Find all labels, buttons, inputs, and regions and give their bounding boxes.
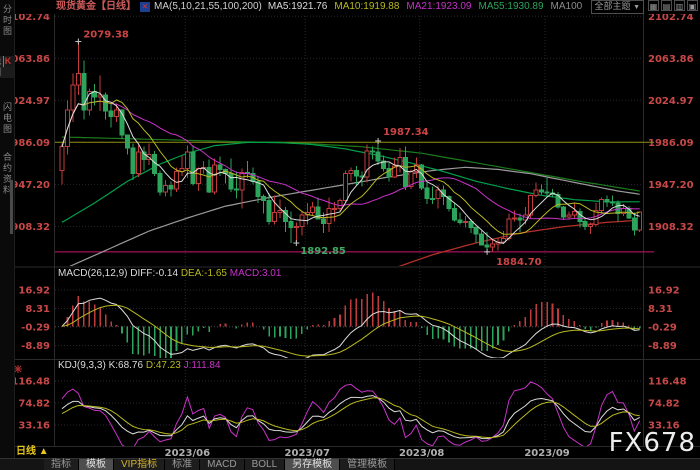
price-axis-label: -8.89: [648, 341, 677, 352]
kdj-lines: [62, 382, 640, 449]
panel-separators: [14, 14, 700, 447]
period-button[interactable]: 日线 ▲: [16, 446, 49, 458]
sidebar-item-label: 分时图: [2, 4, 12, 37]
price-axis-label: 2063.86: [648, 54, 694, 65]
chart-type-sidebar: 分时图K线图闪电图合约资料: [0, 0, 15, 470]
macd-dea-value: DEA:-1.65: [181, 268, 227, 279]
price-axis-label: 1986.09: [648, 138, 694, 149]
ma-value: MA55:1930.89: [478, 1, 543, 12]
sidebar-scrollbar-thumb[interactable]: [10, 180, 13, 234]
sidebar-item-time-chart[interactable]: 分时图: [0, 4, 14, 37]
ma-value: MA100: [551, 1, 583, 12]
layout-grid-icon[interactable]: ▦: [648, 0, 659, 11]
topbar-right-controls: 全部主题 ▼ ▦▤▥▣: [591, 0, 700, 14]
price-axis-label: 1908.32: [648, 222, 694, 233]
theme-dropdown[interactable]: 全部主题 ▼: [591, 0, 644, 14]
tab-manage-template[interactable]: 管理模板: [340, 459, 395, 470]
annotation-label: 2079.38: [83, 30, 129, 41]
kdj-title: KDJ(9,3,3): [58, 360, 106, 371]
sidebar-item-lightning-chart[interactable]: 闪电图: [0, 102, 14, 135]
price-axis-label: 16.92: [18, 286, 50, 297]
kdj-panel-header: KDJ(9,3,3) K:68.76 D:47.23 J:111.84: [58, 360, 221, 371]
chart-canvas[interactable]: 2102.742102.742063.862063.862024.972024.…: [0, 0, 700, 470]
brand-icon: ×: [140, 2, 150, 12]
gridlines: [55, 16, 643, 445]
ma-value: MA5:1921.76: [268, 1, 328, 12]
ma-legend: MA5:1921.76 MA10:1919.88 MA21:1923.09 MA55:…: [268, 0, 589, 14]
price-axis-label: 16.92: [648, 286, 680, 297]
price-axis-label: 8.31: [25, 304, 50, 315]
ma-params-label: MA(5,10,21,55,100,200): [154, 0, 262, 14]
kdj-k-value: K:68.76: [109, 360, 143, 371]
sidebar-item-kline-chart[interactable]: K线图: [0, 56, 14, 78]
macd-macd-value: MACD:3.01: [230, 268, 282, 279]
theme-dropdown-label: 全部主题: [595, 1, 631, 11]
ma-value: MA10:1919.88: [334, 1, 399, 12]
layout-icon-group: ▦▤▥▣: [648, 0, 700, 14]
sidebar-item-label: 线图: [0, 56, 1, 78]
price-axis-label: 33.16: [18, 421, 50, 432]
price-axis-label: 1947.20: [648, 180, 694, 191]
tab-macd[interactable]: MACD: [200, 459, 244, 470]
tab-save-template[interactable]: 另存模板: [285, 459, 340, 470]
price-axis-label: 74.82: [648, 399, 680, 410]
price-axis-label: 2024.97: [648, 96, 694, 107]
bottom-tab-bar: 指标模板VIP指标标准MACDBOLL另存模板管理模板: [0, 458, 700, 470]
price-axis-label: -0.29: [648, 322, 677, 333]
layout-pop-icon[interactable]: ▣: [687, 0, 698, 11]
macd-diff-value: DIFF:-0.14: [130, 268, 178, 279]
tab-boll[interactable]: BOLL: [245, 459, 286, 470]
price-axis-label: -0.29: [21, 322, 50, 333]
kdj-j-value: J:111.84: [184, 360, 221, 371]
price-axis-label: 116.48: [648, 377, 687, 388]
tab-template[interactable]: 模板: [79, 459, 114, 470]
chart-header-bar: 现货黄金【日线】 × MA(5,10,21,55,100,200) MA5:19…: [14, 0, 700, 14]
tab-standard[interactable]: 标准: [165, 459, 200, 470]
tab-vip-indicator[interactable]: VIP指标: [114, 459, 165, 470]
price-axis-label: 74.82: [18, 399, 50, 410]
macd-panel-header: MACD(26,12,9) DIFF:-0.14 DEA:-1.65 MACD:…: [58, 268, 281, 279]
price-axis-label: 116.48: [11, 377, 50, 388]
ma-value: MA21:1923.09: [406, 1, 471, 12]
symbol-title: 现货黄金【日线】: [56, 0, 136, 14]
tab-indicator[interactable]: 指标: [44, 459, 79, 470]
watermark-logo: FX678: [609, 428, 696, 458]
sidebar-item-label: 闪电图: [2, 102, 12, 135]
chevron-down-icon: ▼: [633, 4, 640, 11]
layout-split-icon[interactable]: ▤: [661, 0, 672, 11]
price-axis-label: -8.89: [21, 341, 50, 352]
price-axis-label: 8.31: [648, 304, 673, 315]
macd-title: MACD(26,12,9): [58, 268, 127, 279]
trading-app-window: 2102.742102.742063.862063.862024.972024.…: [0, 0, 700, 470]
layout-right-icon[interactable]: ▥: [674, 0, 685, 11]
annotation-label: 1987.34: [383, 127, 429, 138]
annotation-label: 1892.85: [300, 246, 346, 257]
kdj-d-value: D:47.23: [146, 360, 181, 371]
kline-icon: K: [3, 56, 14, 67]
annotation-label: 1884.70: [496, 257, 542, 268]
marker-icon: [14, 365, 22, 373]
